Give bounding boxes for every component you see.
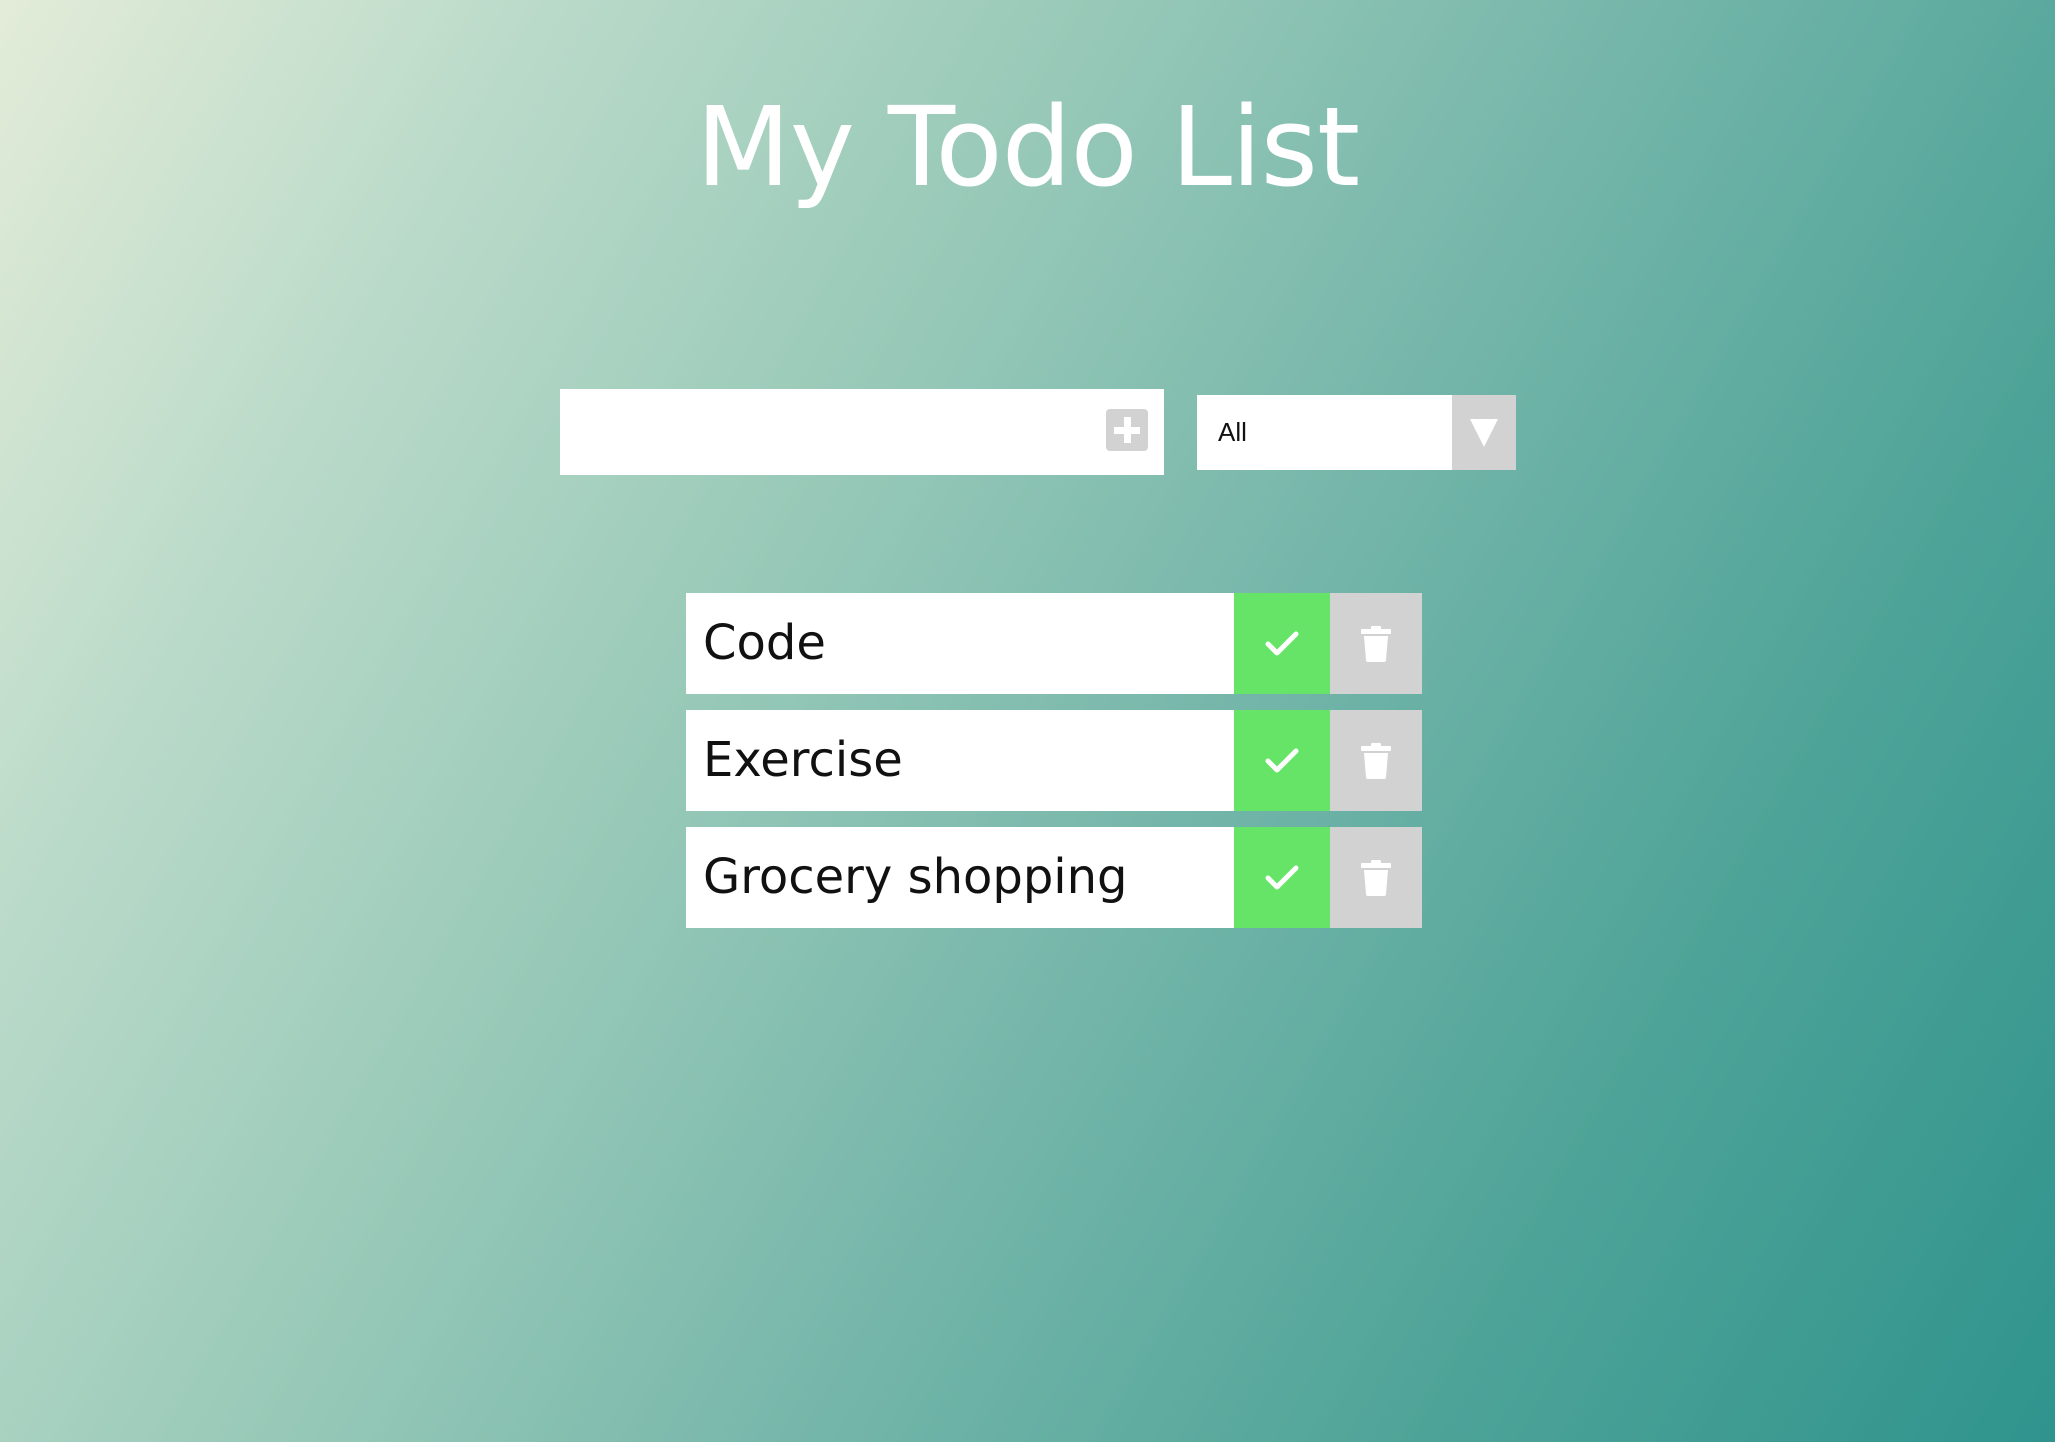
todo-item: Exercise [686,710,1422,811]
todo-text: Exercise [703,732,903,788]
trash-icon [1361,625,1391,662]
check-icon [1265,865,1299,889]
complete-button[interactable] [1234,827,1330,928]
caret-down-icon [1470,419,1498,447]
todo-item: Grocery shopping [686,827,1422,928]
filter-dropdown-button[interactable] [1452,395,1516,470]
todo-input[interactable] [560,389,1100,475]
plus-square-icon [1114,417,1140,443]
add-todo-form [560,389,1164,475]
trash-icon [1361,742,1391,779]
filter-select[interactable]: All [1197,395,1516,470]
todo-list: Code Exercise Grocery shopping [686,593,1422,944]
todo-text: Grocery shopping [703,849,1128,905]
complete-button[interactable] [1234,593,1330,694]
complete-button[interactable] [1234,710,1330,811]
check-icon [1265,748,1299,772]
trash-icon [1361,859,1391,896]
filter-selected-value: All [1218,417,1247,447]
todo-item: Code [686,593,1422,694]
todo-text: Code [703,615,826,671]
delete-button[interactable] [1330,710,1422,811]
check-icon [1265,631,1299,655]
page-title: My Todo List [695,83,1360,211]
add-todo-button[interactable] [1106,409,1148,451]
delete-button[interactable] [1330,827,1422,928]
delete-button[interactable] [1330,593,1422,694]
